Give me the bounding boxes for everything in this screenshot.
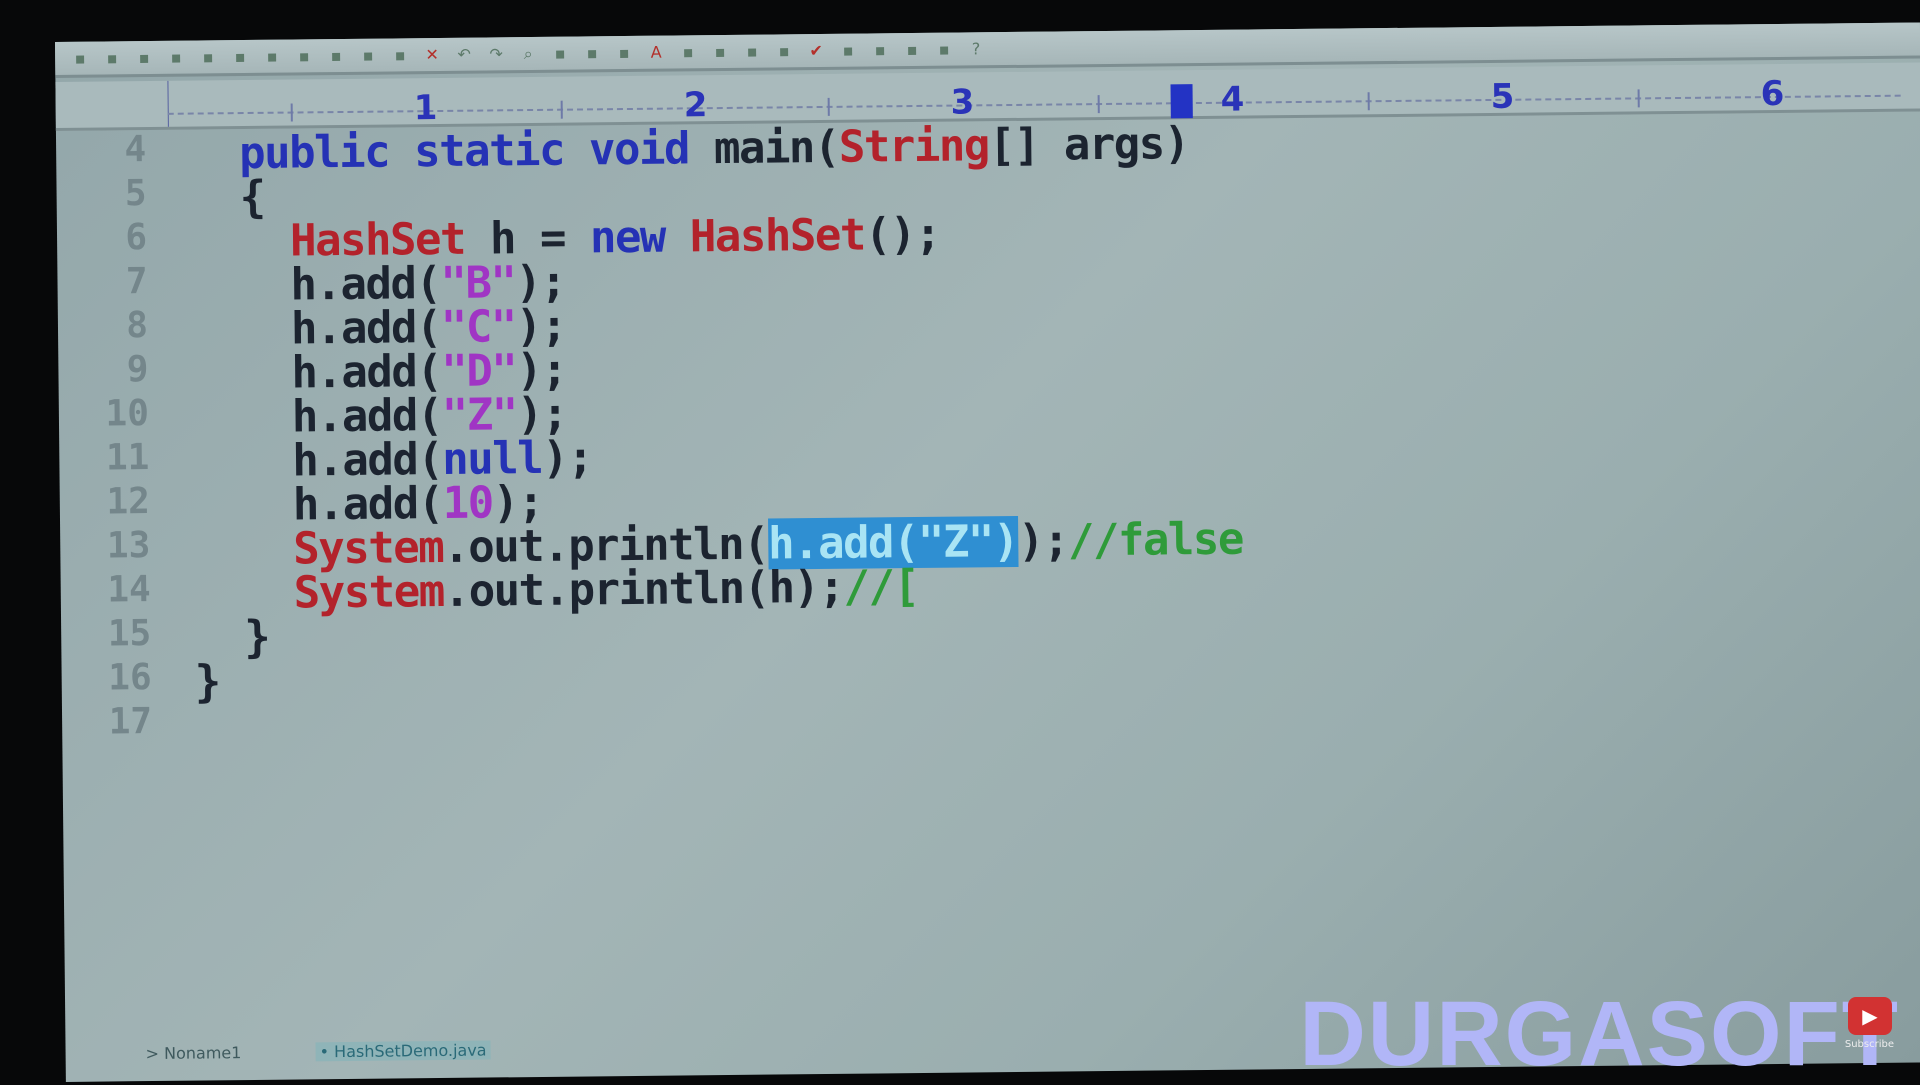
line-number: 10 [105, 393, 150, 435]
ruler-caret-marker[interactable] [1170, 84, 1193, 119]
ruler-number: 4 [1220, 79, 1245, 120]
save-icon[interactable]: ▪ [131, 46, 157, 68]
ruler-tick [827, 97, 830, 116]
new-icon[interactable]: ▪ [67, 47, 93, 69]
save-as-icon[interactable]: ▪ [195, 46, 221, 68]
print-preview-icon[interactable]: ▪ [259, 45, 285, 67]
run-icon[interactable]: ▪ [931, 38, 957, 60]
ruler-tick [290, 103, 293, 122]
line-number: 8 [126, 305, 149, 347]
cut-icon[interactable]: ▪ [323, 44, 349, 66]
open-icon[interactable]: ▪ [99, 47, 125, 69]
print-icon[interactable]: ▪ [227, 45, 253, 67]
line-number: 7 [125, 261, 148, 303]
ruler-margin [167, 80, 169, 127]
format-icon[interactable]: ▪ [707, 40, 733, 62]
find-next-icon[interactable]: ▪ [579, 42, 605, 64]
line-number: 9 [126, 349, 149, 391]
ruler-number: 6 [1760, 73, 1785, 115]
check-icon[interactable]: ✔ [803, 39, 829, 61]
editor-window: ▪ ▪ ▪ ▪ ▪ ▪ ▪ ▪ ▪ ▪ ▪ ✕ ↶ ↷ ⌕ ▪ ▪ ▪ A ▪ ▪ ▪ ▪ ✔ ▪ ▪ ▪ ▪? 123456 4 p… [55, 22, 1920, 1082]
tab-noname1[interactable]: > Noname1 [145, 1043, 241, 1063]
spellcheck-icon[interactable]: ▪ [291, 45, 317, 67]
ruler-number: 2 [683, 85, 708, 126]
replace-icon[interactable]: ▪ [547, 42, 573, 64]
subscribe-label: Subscribe [1844, 1039, 1894, 1050]
line-number: 5 [124, 173, 147, 215]
wrap-icon[interactable]: ▪ [771, 40, 797, 62]
line-number: 17 [108, 701, 153, 743]
ruler-number: 5 [1490, 76, 1515, 117]
line-number: 14 [107, 569, 151, 611]
line-number: 11 [105, 437, 150, 479]
font-icon[interactable]: A [643, 41, 669, 63]
ruler-number: 1 [413, 88, 438, 129]
youtube-subscribe-icon[interactable]: ▶ [1848, 997, 1892, 1035]
line-number: 12 [106, 481, 151, 523]
durgasoft-watermark: DURGASOFT [1299, 983, 1900, 1085]
column-mode-icon[interactable]: ▪ [739, 40, 765, 62]
help-icon[interactable]: ? [963, 38, 989, 60]
line-number: 16 [108, 657, 152, 699]
ruler-tick [1637, 89, 1640, 108]
line-number: 6 [125, 217, 148, 259]
hex-icon[interactable]: ▪ [675, 41, 701, 63]
window-icon[interactable]: ▪ [835, 39, 861, 61]
ruler-tick [560, 100, 563, 119]
split-icon[interactable]: ▪ [867, 39, 893, 61]
tile-icon[interactable]: ▪ [899, 38, 925, 60]
line-number: 15 [107, 613, 152, 655]
ruler-tick [1367, 92, 1370, 111]
line-number: 4 [124, 129, 147, 171]
line-number: 13 [106, 525, 151, 567]
code-editor[interactable]: 4 public static void main(String[] args)… [56, 110, 1920, 745]
find-icon[interactable]: ⌕ [515, 42, 541, 64]
save-all-icon[interactable]: ▪ [163, 46, 189, 68]
goto-icon[interactable]: ▪ [611, 41, 637, 63]
ruler-number: 3 [950, 82, 975, 123]
paste-icon[interactable]: ▪ [387, 44, 413, 66]
delete-icon[interactable]: ✕ [419, 43, 445, 65]
ruler-tick [1097, 95, 1100, 114]
undo-icon[interactable]: ↶ [451, 43, 477, 65]
redo-icon[interactable]: ↷ [483, 43, 509, 65]
tab-hashsetdemo[interactable]: • HashSetDemo.java [315, 1040, 491, 1062]
copy-icon[interactable]: ▪ [355, 44, 381, 66]
